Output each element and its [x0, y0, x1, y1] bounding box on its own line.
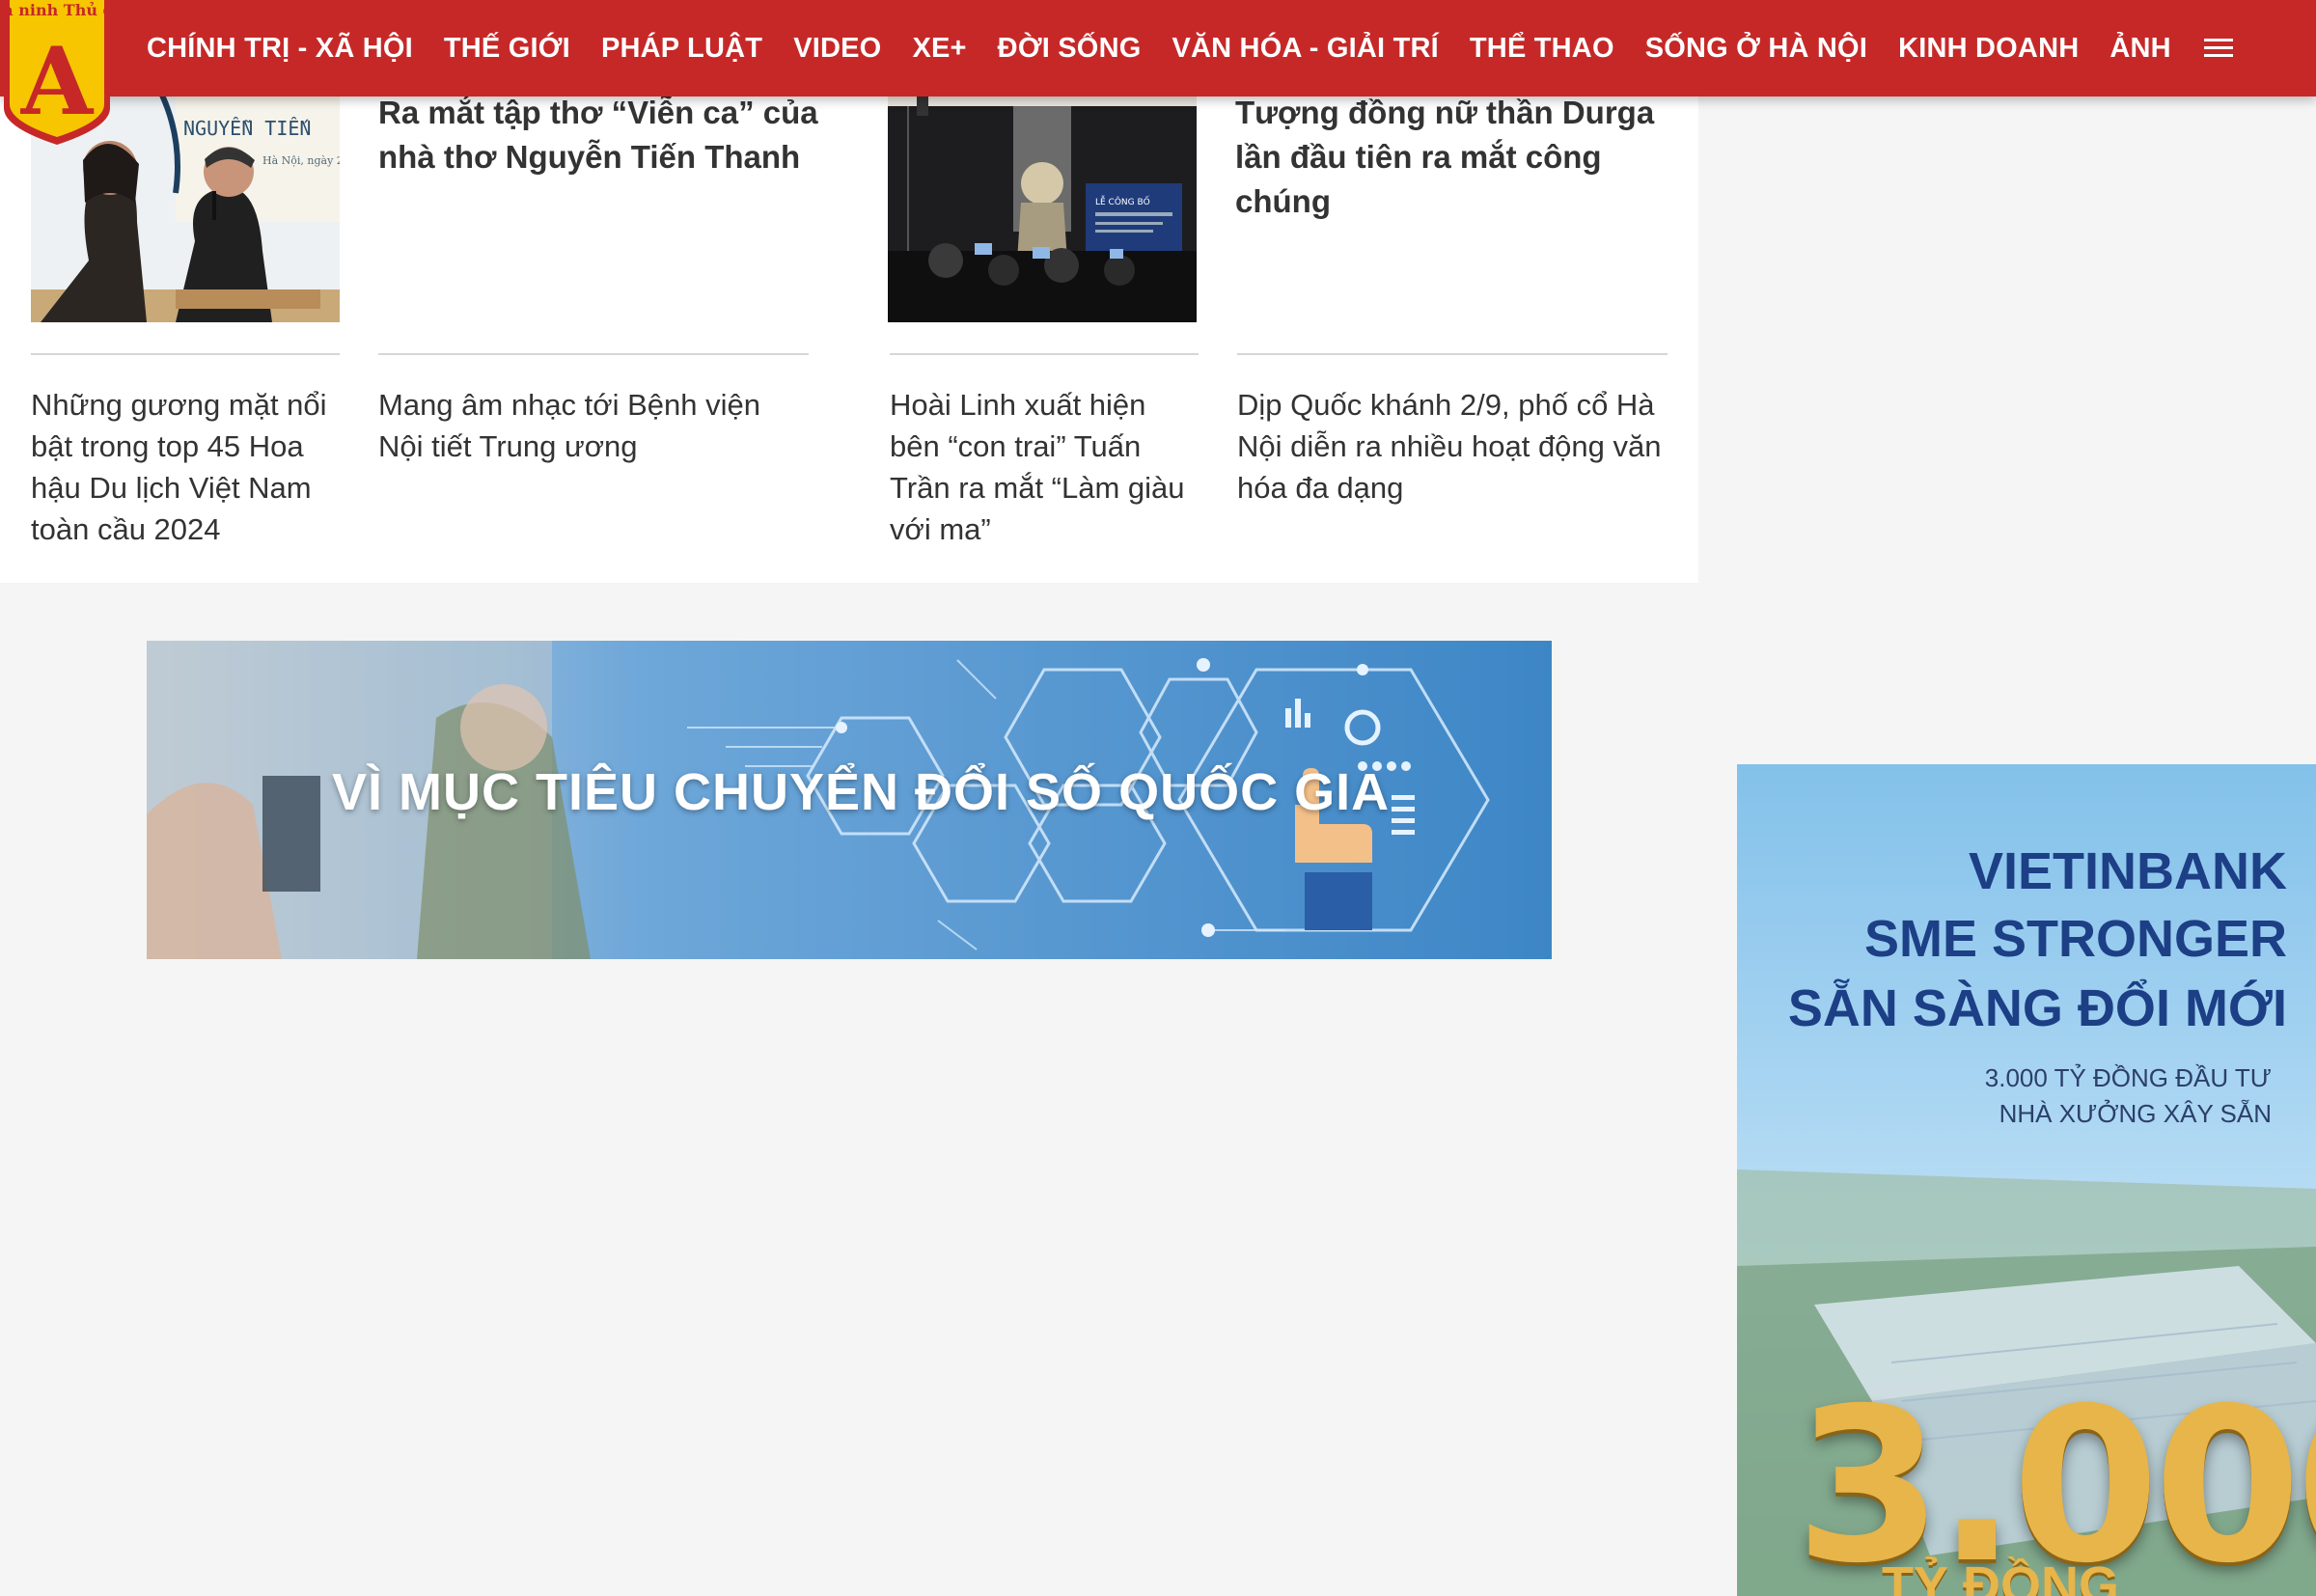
top-navbar: CHÍNH TRỊ - XÃ HỘI THẾ GIỚI PHÁP LUẬT VI… — [0, 0, 2316, 96]
news-link[interactable]: Những gương mặt nổi bật trong top 45 Hoa… — [31, 384, 340, 550]
ad-subtext: 3.000 TỶ ĐỒNG ĐẦU TƯ — [1984, 1063, 2272, 1092]
logo-text: An ninh Thủ đô — [0, 1, 114, 19]
ad-tagline-2: SẴN SÀNG ĐỔI MỚI — [1787, 979, 2287, 1037]
article-thumbnail[interactable]: LỄ CÔNG BỐ — [888, 68, 1197, 322]
news-link[interactable]: Mang âm nhạc tới Bệnh viện Nội tiết Trun… — [378, 384, 784, 467]
featured-title[interactable]: Tượng đồng nữ thần Durga lần đầu tiên ra… — [1235, 91, 1660, 224]
nav-item-anh[interactable]: ẢNH — [2109, 33, 2170, 65]
divider — [378, 353, 809, 355]
featured-title[interactable]: Ra mắt tập thơ “Viễn ca” của nhà thơ Ngu… — [378, 91, 822, 179]
hamburger-menu-icon[interactable] — [2203, 37, 2235, 60]
digital-transformation-banner[interactable]: VÌ MỤC TIÊU CHUYỂN ĐỔI SỐ QUỐC GIA — [147, 641, 1552, 959]
divider — [1237, 353, 1668, 355]
banner-headline: VÌ MỤC TIÊU CHUYỂN ĐỔI SỐ QUỐC GIA — [332, 763, 1391, 821]
site-logo[interactable]: An ninh Thủ đô A — [0, 0, 124, 147]
nav-item-doi-song[interactable]: ĐỜI SỐNG — [998, 33, 1142, 65]
nav-item-chinh-tri-xa-hoi[interactable]: CHÍNH TRỊ - XÃ HỘI — [147, 33, 413, 65]
vietinbank-ad[interactable]: VIETINBANK SME STRONGER SẴN SÀNG ĐỔI MỚI… — [1737, 764, 2316, 1596]
ad-brand: VIETINBANK — [1968, 842, 2287, 900]
ad-subtext-2: NHÀ XƯỞNG XÂY SẴN — [1999, 1099, 2272, 1128]
divider — [890, 353, 1199, 355]
divider — [31, 353, 340, 355]
image-date: Hà Nội, ngày 28/ — [262, 154, 340, 167]
nav-item-van-hoa-giai-tri[interactable]: VĂN HÓA - GIẢI TRÍ — [1172, 33, 1438, 65]
statue-event-image: LỄ CÔNG BỐ — [888, 68, 1197, 322]
ad-amount-unit: TỶ ĐỒNG — [1882, 1556, 2120, 1596]
nav-item-xe[interactable]: XE+ — [912, 33, 966, 65]
ad-tagline: SME STRONGER — [1863, 910, 2287, 968]
nav-item-song-o-ha-noi[interactable]: SỐNG Ở HÀ NỘI — [1645, 33, 1867, 65]
news-link[interactable]: Dịp Quốc khánh 2/9, phố cổ Hà Nội diễn r… — [1237, 384, 1671, 509]
nav-item-video[interactable]: VIDEO — [793, 33, 881, 65]
nav-menu: CHÍNH TRỊ - XÃ HỘI THẾ GIỚI PHÁP LUẬT VI… — [147, 0, 2235, 96]
news-link[interactable]: Hoài Linh xuất hiện bên “con trai” Tuấn … — [890, 384, 1199, 550]
nav-item-kinh-doanh[interactable]: KINH DOANH — [1898, 33, 2079, 65]
logo-letter: A — [20, 27, 95, 136]
nav-item-phap-luat[interactable]: PHÁP LUẬT — [601, 33, 762, 65]
nav-item-the-gioi[interactable]: THẾ GIỚI — [444, 33, 570, 65]
nav-item-the-thao[interactable]: THỂ THAO — [1470, 33, 1614, 65]
image-caption: NGUYỄN TIẾN — [183, 117, 311, 140]
